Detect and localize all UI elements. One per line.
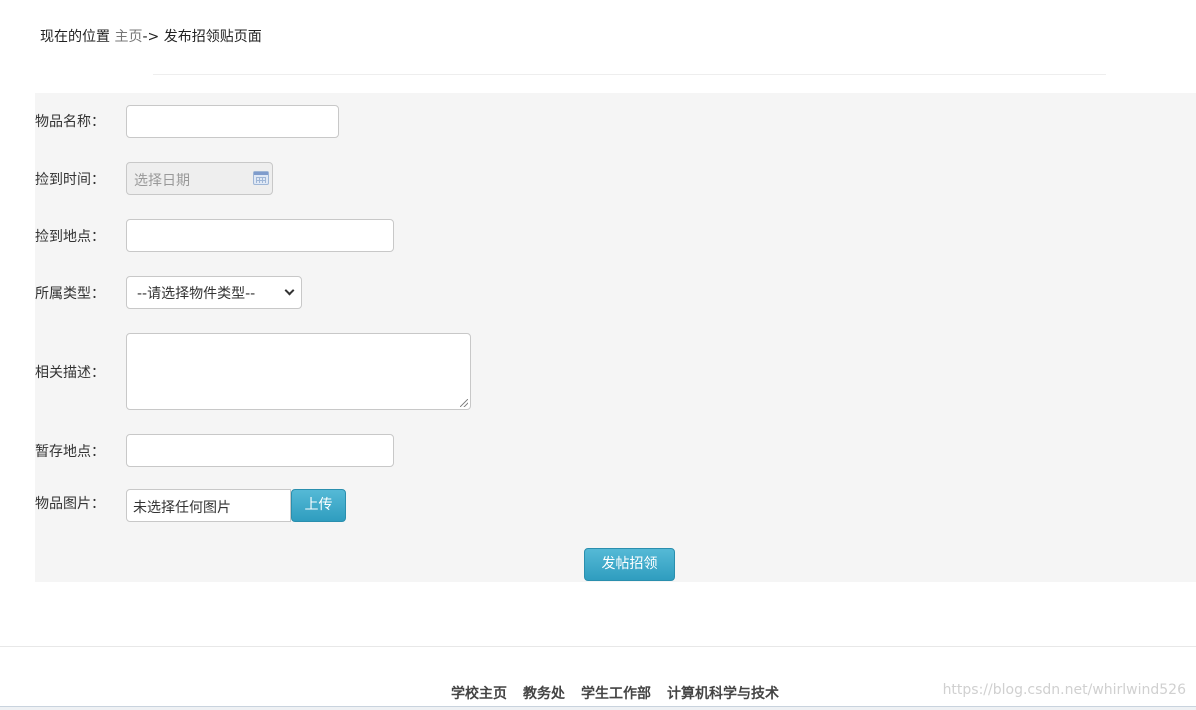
chevron-down-icon: [284, 285, 295, 296]
category-select[interactable]: --请选择物件类型--: [126, 276, 302, 309]
resize-grip-icon[interactable]: [460, 399, 468, 407]
image-file-display[interactable]: 未选择任何图片: [126, 489, 291, 522]
breadcrumb-home-link[interactable]: 主页: [114, 29, 142, 45]
storage-place-input[interactable]: [126, 434, 394, 467]
storage-place-label: 暂存地点：: [35, 444, 105, 460]
found-place-input[interactable]: [126, 219, 394, 252]
found-time-date-picker[interactable]: 选择日期: [126, 162, 273, 195]
breadcrumb: 现在的位置 主页-> 发布招领贴页面: [40, 26, 262, 46]
breadcrumb-prefix: 现在的位置: [40, 29, 110, 45]
description-textarea[interactable]: [126, 333, 471, 410]
image-file-text: 未选择任何图片: [133, 500, 231, 516]
item-image-label: 物品图片：: [35, 496, 105, 512]
breadcrumb-separator: ->: [142, 29, 160, 45]
footer-link-cs-department[interactable]: 计算机科学与技术: [667, 683, 779, 703]
item-name-input[interactable]: [126, 105, 339, 138]
footer-divider: [0, 646, 1196, 647]
upload-button[interactable]: 上传: [291, 489, 346, 522]
found-time-placeholder: 选择日期: [134, 173, 190, 189]
item-name-label: 物品名称：: [35, 114, 105, 130]
watermark: https://blog.csdn.net/whirlwind526: [942, 682, 1186, 698]
category-selected-value: --请选择物件类型--: [137, 285, 256, 302]
footer-link-student-affairs[interactable]: 学生工作部: [581, 683, 651, 703]
submit-post-button[interactable]: 发帖招领: [584, 548, 675, 581]
footer-link-academic-affairs[interactable]: 教务处: [523, 683, 565, 703]
bottom-strip: [0, 706, 1196, 710]
footer-link-school-home[interactable]: 学校主页: [451, 683, 507, 703]
category-label: 所属类型：: [35, 286, 105, 302]
description-label: 相关描述：: [35, 365, 105, 381]
footer-links: 学校主页 教务处 学生工作部 计算机科学与技术: [451, 683, 779, 703]
found-place-label: 捡到地点：: [35, 229, 105, 245]
found-time-label: 捡到时间：: [35, 172, 105, 188]
post-form-panel: 物品名称： 捡到时间： 选择日期 捡到地点： 所属类型： --请选择物件类型--…: [35, 93, 1196, 582]
breadcrumb-current: 发布招领贴页面: [163, 29, 262, 45]
calendar-icon[interactable]: [253, 171, 269, 185]
top-divider: [153, 74, 1106, 75]
